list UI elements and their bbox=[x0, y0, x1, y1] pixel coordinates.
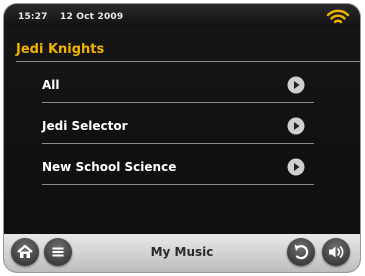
page-title: Jedi Knights bbox=[16, 42, 105, 57]
play-arrow-icon[interactable] bbox=[287, 158, 305, 176]
bottom-toolbar: My Music bbox=[4, 234, 360, 272]
list-item-label: All bbox=[42, 78, 60, 92]
back-button[interactable] bbox=[287, 238, 315, 266]
radio-screen: 15:27 12 Oct 2009 Jedi Knights All Jedi … bbox=[4, 4, 360, 272]
back-icon bbox=[294, 244, 309, 260]
list-item-all[interactable]: All bbox=[42, 62, 314, 103]
list-item-label: New School Science bbox=[42, 160, 177, 174]
status-time: 15:27 bbox=[18, 12, 48, 22]
list-item-new-school-science[interactable]: New School Science bbox=[42, 144, 314, 185]
play-arrow-icon[interactable] bbox=[287, 76, 305, 94]
status-bar: 15:27 12 Oct 2009 bbox=[4, 4, 360, 28]
volume-icon bbox=[329, 246, 344, 258]
list-item-jedi-selector[interactable]: Jedi Selector bbox=[42, 103, 314, 144]
status-date: 12 Oct 2009 bbox=[60, 12, 124, 22]
play-arrow-icon[interactable] bbox=[287, 117, 305, 135]
wifi-signal-icon bbox=[326, 9, 350, 24]
list-divider bbox=[42, 184, 314, 185]
list-item-label: Jedi Selector bbox=[42, 119, 128, 133]
volume-button[interactable] bbox=[322, 238, 350, 266]
